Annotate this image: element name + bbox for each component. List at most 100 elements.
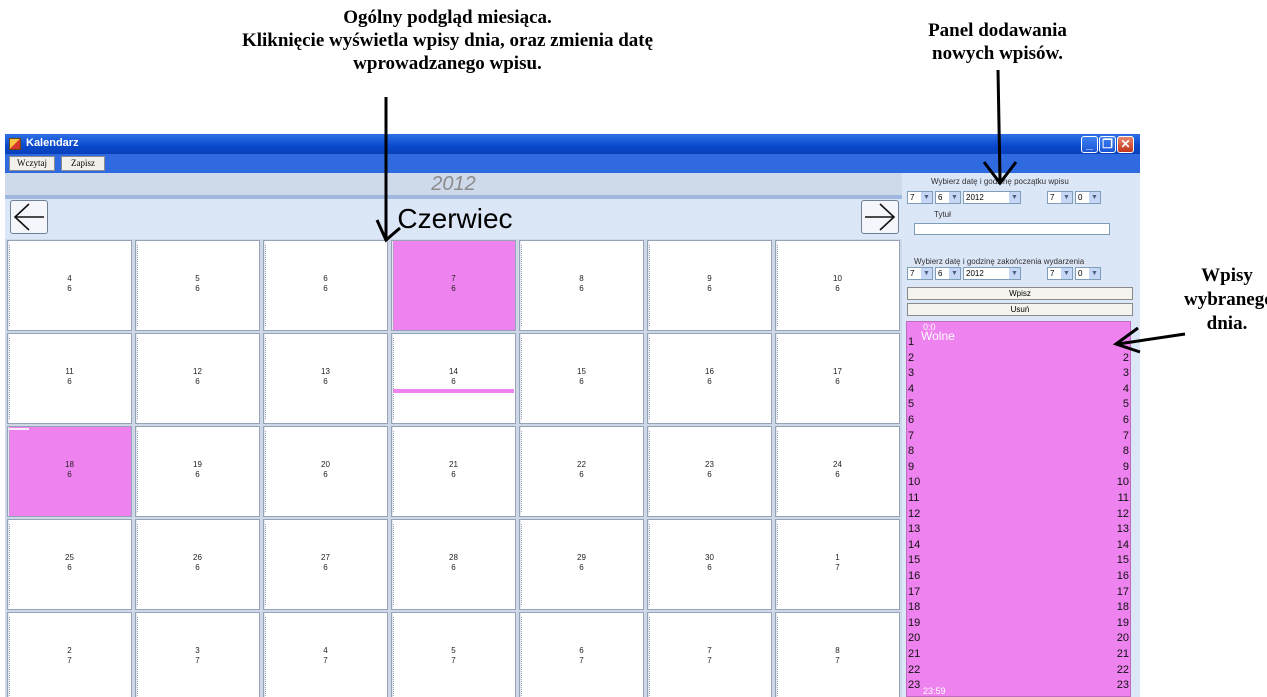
day-cell[interactable]: 24 6: [775, 426, 900, 517]
end-day-select[interactable]: 7 ▼: [907, 267, 933, 280]
day-cell[interactable]: 16 6: [647, 333, 772, 424]
month-number: 6: [323, 284, 328, 293]
day-cell[interactable]: 27 6: [263, 519, 388, 610]
maximize-button[interactable]: ❐: [1099, 136, 1116, 153]
title-bar[interactable]: Kalendarz _ ❐ ✕: [5, 134, 1140, 154]
month-number: 7: [707, 656, 712, 665]
event-bar[interactable]: [393, 389, 514, 393]
day-cell[interactable]: 17 6: [775, 333, 900, 424]
day-cell-date: 30 6: [648, 553, 771, 573]
event-title[interactable]: Wolne: [921, 329, 955, 343]
day-cell[interactable]: 47: [263, 612, 388, 697]
day-cell[interactable]: 22 6: [519, 426, 644, 517]
year-label: 2012: [5, 173, 902, 195]
day-cell[interactable]: 20 6: [263, 426, 388, 517]
hour-label: 3: [1122, 367, 1129, 380]
start-minute-select[interactable]: 0 ▼: [1075, 191, 1101, 204]
add-entry-button[interactable]: Wpisz: [907, 287, 1133, 300]
month-number: 6: [195, 563, 200, 572]
month-number: 6: [195, 284, 200, 293]
end-month-select[interactable]: 6 ▼: [935, 267, 961, 280]
day-cell[interactable]: 66: [263, 240, 388, 331]
day-number: 20: [321, 460, 330, 469]
day-cell[interactable]: 17: [775, 519, 900, 610]
day-cell[interactable]: 29 6: [519, 519, 644, 610]
day-cell[interactable]: 37: [135, 612, 260, 697]
end-year-select[interactable]: 2012 ▼: [963, 267, 1021, 280]
chevron-down-icon: ▼: [1089, 192, 1100, 203]
day-cell[interactable]: 30 6: [647, 519, 772, 610]
day-number: 3: [195, 646, 200, 655]
day-cell[interactable]: 77: [647, 612, 772, 697]
day-cell[interactable]: 86: [519, 240, 644, 331]
day-cell-date: 13 6: [264, 367, 387, 387]
day-cell[interactable]: 11 6: [7, 333, 132, 424]
next-month-button[interactable]: [861, 200, 899, 234]
hour-label: 10: [908, 476, 921, 489]
day-cell[interactable]: 12 6: [135, 333, 260, 424]
day-cell[interactable]: 76: [391, 240, 516, 331]
day-cell-date: 66: [264, 274, 387, 294]
end-day-value: 7: [910, 269, 915, 278]
day-cell[interactable]: 67: [519, 612, 644, 697]
end-hour-value: 7: [1050, 269, 1055, 278]
end-month-value: 6: [938, 269, 943, 278]
previous-month-button[interactable]: [10, 200, 48, 234]
month-number: 6: [707, 563, 712, 572]
day-number: 8: [835, 646, 840, 655]
hour-label: 13: [1116, 523, 1129, 536]
day-cell[interactable]: 19 6: [135, 426, 260, 517]
day-number: 16: [705, 367, 714, 376]
day-number: 6: [323, 274, 328, 283]
day-cell-date: 86: [520, 274, 643, 294]
day-cell[interactable]: 23 6: [647, 426, 772, 517]
day-cell[interactable]: 96: [647, 240, 772, 331]
hour-label: 15: [908, 554, 921, 567]
month-number: 6: [195, 377, 200, 386]
hour-label: 23: [908, 679, 921, 692]
start-month-select[interactable]: 6 ▼: [935, 191, 961, 204]
chevron-down-icon: ▼: [921, 268, 932, 279]
day-cell[interactable]: 56: [135, 240, 260, 331]
day-cell[interactable]: 28 6: [391, 519, 516, 610]
day-cell[interactable]: 25 6: [7, 519, 132, 610]
load-button[interactable]: Wczytaj: [9, 156, 55, 171]
annotation-line: wprowadzanego wpisu.: [353, 53, 542, 74]
day-cell[interactable]: 15 6: [519, 333, 644, 424]
day-cell[interactable]: 57: [391, 612, 516, 697]
add-entry-panel: Wybierz datę i godzinę początku wpisu 7 …: [904, 173, 1140, 697]
day-cell[interactable]: 87: [775, 612, 900, 697]
hour-label: 14: [1116, 538, 1129, 551]
minimize-button[interactable]: _: [1081, 136, 1098, 153]
month-number: 6: [579, 377, 584, 386]
day-cell[interactable]: 14 6: [391, 333, 516, 424]
day-cell[interactable]: 13 6: [263, 333, 388, 424]
day-number: 30: [705, 553, 714, 562]
end-minute-select[interactable]: 0 ▼: [1075, 267, 1101, 280]
close-button[interactable]: ✕: [1117, 136, 1134, 153]
start-day-select[interactable]: 7 ▼: [907, 191, 933, 204]
day-cell[interactable]: 27: [7, 612, 132, 697]
save-button[interactable]: Zapisz: [61, 156, 105, 171]
day-cell[interactable]: 10 6: [775, 240, 900, 331]
day-cell[interactable]: 46: [7, 240, 132, 331]
chevron-down-icon: ▼: [1061, 268, 1072, 279]
title-label: Tytuł: [934, 210, 951, 219]
day-cell-date: 67: [520, 646, 643, 666]
delete-entry-button[interactable]: Usuń: [907, 303, 1133, 316]
day-cell[interactable]: 21 6: [391, 426, 516, 517]
start-year-select[interactable]: 2012 ▼: [963, 191, 1021, 204]
chevron-down-icon: ▼: [949, 192, 960, 203]
day-number: 28: [449, 553, 458, 562]
start-month-value: 6: [938, 193, 943, 202]
start-hour-select[interactable]: 7 ▼: [1047, 191, 1073, 204]
day-cell-date: 22 6: [520, 460, 643, 480]
day-entries-list[interactable]: 0:0 Wolne 23:59 1 2 3 4 5 6 7 8 9 10 11 12 13 14 15 16 1…: [906, 321, 1131, 697]
chevron-down-icon: ▼: [949, 268, 960, 279]
day-cell[interactable]: 18 6: [7, 426, 132, 517]
end-hour-select[interactable]: 7 ▼: [1047, 267, 1073, 280]
hour-label: 16: [1116, 570, 1129, 582]
day-cell[interactable]: 26 6: [135, 519, 260, 610]
day-cell-date: 76: [392, 274, 515, 294]
title-input[interactable]: [914, 223, 1110, 235]
